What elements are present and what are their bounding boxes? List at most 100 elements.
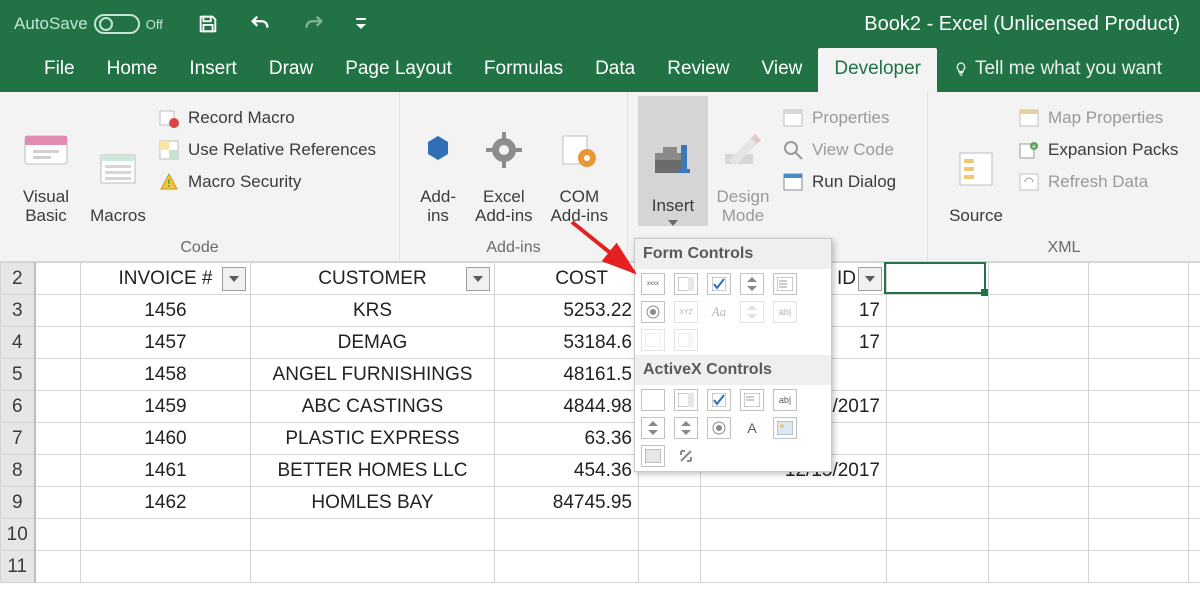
worksheet[interactable]: 2INVOICE #CUSTOMERCOSTID31456KRS5253.221… — [0, 262, 1200, 583]
run-dialog-button[interactable]: Run Dialog — [778, 166, 900, 198]
cell-cost[interactable]: 454.36 — [495, 455, 639, 487]
cell[interactable] — [701, 551, 887, 583]
cell[interactable] — [989, 487, 1089, 519]
tab-draw[interactable]: Draw — [253, 48, 329, 92]
cell[interactable] — [1189, 487, 1200, 519]
cell-cost[interactable]: 5253.22 — [495, 295, 639, 327]
ax-togglebutton-control[interactable] — [641, 445, 665, 467]
row-header[interactable]: 3 — [1, 295, 35, 327]
cell-cost[interactable]: 84745.95 — [495, 487, 639, 519]
cell[interactable] — [1089, 551, 1189, 583]
cell-cost[interactable]: 53184.6 — [495, 327, 639, 359]
row-header[interactable]: 2 — [1, 263, 35, 295]
form-combo-dropdown-control[interactable] — [674, 329, 698, 351]
cell[interactable] — [35, 391, 81, 423]
cell-paid[interactable] — [701, 487, 887, 519]
insert-controls-button[interactable]: Insert — [638, 96, 708, 226]
cell[interactable] — [251, 551, 495, 583]
form-button-control[interactable]: xxxx — [641, 273, 665, 295]
qat-customize-icon[interactable] — [355, 17, 367, 31]
cell[interactable] — [1089, 391, 1189, 423]
header-cost[interactable]: COST — [495, 263, 639, 295]
cell[interactable] — [701, 519, 887, 551]
autosave-toggle[interactable]: AutoSave Off — [14, 14, 163, 34]
cell[interactable] — [35, 263, 81, 295]
cell-customer[interactable]: ABC CASTINGS — [251, 391, 495, 423]
form-scrollbar-control[interactable] — [740, 301, 764, 323]
cell[interactable] — [989, 327, 1089, 359]
cell[interactable] — [1189, 455, 1200, 487]
row-header[interactable]: 11 — [1, 551, 35, 583]
row-header[interactable]: 5 — [1, 359, 35, 391]
tell-me-search[interactable]: Tell me what you want — [937, 48, 1178, 92]
cell[interactable] — [1189, 391, 1200, 423]
cell[interactable] — [989, 423, 1089, 455]
cell-cost[interactable]: 63.36 — [495, 423, 639, 455]
cell-invoice[interactable]: 1458 — [81, 359, 251, 391]
form-label-control[interactable]: Aa — [707, 301, 731, 323]
form-listbox-control[interactable] — [773, 273, 797, 295]
cell[interactable] — [1189, 551, 1200, 583]
form-groupbox-control[interactable]: XYZ — [674, 301, 698, 323]
redo-icon[interactable] — [301, 13, 327, 35]
filter-button[interactable] — [858, 267, 882, 291]
cell[interactable] — [1189, 295, 1200, 327]
cell[interactable] — [887, 359, 989, 391]
cell[interactable] — [989, 359, 1089, 391]
row-header[interactable]: 4 — [1, 327, 35, 359]
form-combobox-control[interactable] — [674, 273, 698, 295]
cell-customer[interactable]: ANGEL FURNISHINGS — [251, 359, 495, 391]
design-mode-button[interactable]: Design Mode — [708, 96, 778, 226]
row-header[interactable]: 7 — [1, 423, 35, 455]
cell-customer[interactable]: KRS — [251, 295, 495, 327]
undo-icon[interactable] — [247, 13, 273, 35]
use-relative-refs-button[interactable]: Use Relative References — [154, 134, 380, 166]
form-spinner-control[interactable] — [740, 273, 764, 295]
save-icon[interactable] — [197, 13, 219, 35]
tab-file[interactable]: File — [28, 48, 91, 92]
tab-view[interactable]: View — [746, 48, 819, 92]
cell[interactable] — [35, 327, 81, 359]
ax-spinbutton-control[interactable] — [674, 417, 698, 439]
cell[interactable] — [887, 295, 989, 327]
cell[interactable] — [495, 551, 639, 583]
header-customer[interactable]: CUSTOMER — [251, 263, 495, 295]
header-invoice[interactable]: INVOICE # — [81, 263, 251, 295]
cell[interactable] — [887, 263, 989, 295]
cell[interactable] — [35, 551, 81, 583]
cell[interactable] — [1089, 423, 1189, 455]
cell[interactable] — [887, 551, 989, 583]
cell-customer[interactable]: BETTER HOMES LLC — [251, 455, 495, 487]
source-button[interactable]: Source — [938, 96, 1014, 226]
cell[interactable] — [1189, 359, 1200, 391]
ax-scrollbar-control[interactable] — [641, 417, 665, 439]
cell-cost[interactable]: 48161.5 — [495, 359, 639, 391]
macros-button[interactable]: Macros — [82, 96, 154, 226]
cell[interactable] — [989, 551, 1089, 583]
form-combo-list-control[interactable] — [641, 329, 665, 351]
cell-invoice[interactable]: 1461 — [81, 455, 251, 487]
cell[interactable] — [35, 295, 81, 327]
cell-invoice[interactable]: 1456 — [81, 295, 251, 327]
cell-invoice[interactable]: 1457 — [81, 327, 251, 359]
form-checkbox-control[interactable] — [707, 273, 731, 295]
cell[interactable] — [989, 295, 1089, 327]
tab-developer[interactable]: Developer — [818, 48, 937, 92]
tab-data[interactable]: Data — [579, 48, 651, 92]
com-addins-button[interactable]: COM Add-ins — [542, 96, 617, 226]
cell-invoice[interactable]: 1460 — [81, 423, 251, 455]
cell[interactable] — [1189, 519, 1200, 551]
tab-insert[interactable]: Insert — [173, 48, 253, 92]
cell[interactable] — [81, 551, 251, 583]
cell[interactable] — [35, 519, 81, 551]
macro-security-button[interactable]: Macro Security — [154, 166, 380, 198]
cell[interactable] — [639, 487, 701, 519]
tab-home[interactable]: Home — [91, 48, 174, 92]
cell[interactable] — [1089, 455, 1189, 487]
cell[interactable] — [1089, 327, 1189, 359]
ax-label-control[interactable]: A — [740, 417, 764, 439]
cell[interactable] — [1189, 327, 1200, 359]
cell[interactable] — [887, 391, 989, 423]
ax-checkbox-control[interactable] — [707, 389, 731, 411]
row-header[interactable]: 8 — [1, 455, 35, 487]
